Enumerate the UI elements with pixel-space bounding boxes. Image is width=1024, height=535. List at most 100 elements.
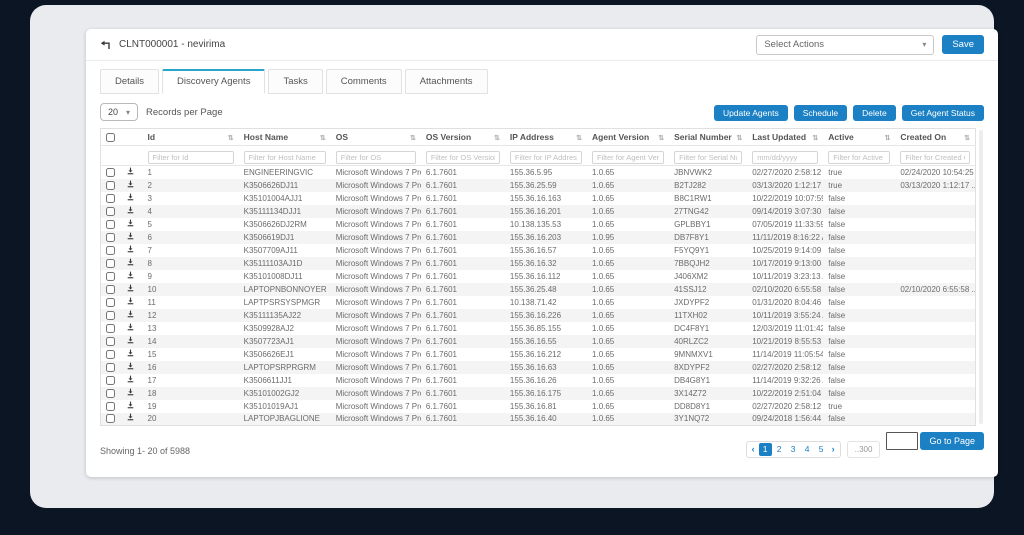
vertical-scrollbar[interactable]	[979, 130, 983, 424]
sort-icon[interactable]: ⇅	[410, 134, 416, 142]
download-agent-icon[interactable]	[126, 206, 135, 215]
select-actions-dropdown[interactable]: Select Actions ▾	[756, 34, 935, 55]
row-checkbox[interactable]	[106, 245, 115, 255]
download-agent-icon[interactable]	[126, 193, 135, 202]
sort-icon[interactable]: ⇅	[964, 134, 970, 142]
sort-icon[interactable]: ⇅	[228, 134, 234, 142]
column-header-os-version[interactable]: ⇅ OS Version	[420, 128, 505, 146]
row-checkbox[interactable]	[106, 271, 115, 281]
row-checkbox[interactable]	[106, 206, 115, 216]
page-4[interactable]: 4	[801, 443, 814, 456]
sort-icon[interactable]: ⇅	[576, 134, 582, 142]
get-agent-status-button[interactable]: Get Agent Status	[901, 105, 984, 121]
column-header-active[interactable]: ⇅ Active	[823, 128, 896, 146]
row-checkbox[interactable]	[106, 232, 115, 242]
sort-icon[interactable]: ⇅	[884, 134, 890, 142]
download-agent-icon[interactable]	[126, 413, 135, 422]
column-header-agent-version[interactable]: ⇅ Agent Version	[587, 128, 670, 146]
filter-input-os[interactable]	[335, 150, 416, 164]
sort-icon[interactable]: ⇅	[320, 134, 326, 142]
column-header-id[interactable]: ⇅ Id	[142, 128, 239, 146]
filter-input-created-on[interactable]	[900, 150, 970, 164]
download-agent-icon[interactable]	[126, 349, 135, 358]
chevron-down-icon: ▾	[922, 40, 927, 49]
goto-page-input[interactable]	[886, 432, 919, 450]
column-header-host-name[interactable]: ⇅ Host Name	[238, 128, 331, 146]
download-agent-icon[interactable]	[126, 362, 135, 371]
filter-input-os-version[interactable]	[425, 150, 500, 164]
sort-icon[interactable]: ⇅	[736, 134, 742, 142]
schedule-button[interactable]: Schedule	[793, 105, 848, 121]
row-checkbox[interactable]	[106, 336, 115, 346]
back-arrow-icon[interactable]	[100, 40, 110, 50]
update-agents-button[interactable]: Update Agents	[713, 105, 788, 121]
download-agent-icon[interactable]	[126, 375, 135, 384]
row-download-cell	[121, 322, 143, 335]
row-checkbox[interactable]	[106, 297, 115, 307]
download-agent-icon[interactable]	[126, 310, 135, 319]
download-agent-icon[interactable]	[126, 245, 135, 254]
filter-input-serial-number[interactable]	[674, 150, 743, 164]
download-agent-icon[interactable]	[126, 323, 135, 332]
download-agent-icon[interactable]	[126, 297, 135, 306]
page-3[interactable]: 3	[787, 443, 800, 456]
goto-page-button[interactable]: Go to Page	[920, 432, 984, 450]
filter-input-last-updated[interactable]	[752, 150, 819, 164]
row-checkbox[interactable]	[106, 362, 115, 372]
column-header-ip-address[interactable]: ⇅ IP Address	[504, 128, 588, 146]
download-agent-icon[interactable]	[126, 219, 135, 228]
row-checkbox[interactable]	[106, 323, 115, 333]
next-page-icon[interactable]: ›	[829, 443, 838, 456]
row-checkbox[interactable]	[106, 349, 115, 359]
download-agent-icon[interactable]	[126, 401, 135, 410]
row-checkbox[interactable]	[106, 193, 115, 203]
row-checkbox[interactable]	[106, 388, 115, 398]
row-checkbox[interactable]	[106, 375, 115, 385]
row-checkbox[interactable]	[106, 219, 115, 229]
sort-icon[interactable]: ⇅	[494, 134, 500, 142]
sort-icon[interactable]: ⇅	[812, 134, 818, 142]
tab-attachments[interactable]: Attachments	[404, 69, 488, 94]
cell-serial-number: J406XM2	[674, 271, 708, 281]
tab-comments[interactable]: Comments	[325, 69, 402, 94]
page-1[interactable]: 1	[758, 443, 772, 456]
filter-input-ip-address[interactable]	[509, 150, 583, 164]
filter-input-id[interactable]	[147, 150, 234, 164]
filter-input-active[interactable]	[828, 150, 891, 164]
filter-input-agent-version[interactable]	[592, 150, 665, 164]
download-agent-icon[interactable]	[126, 284, 135, 293]
delete-button[interactable]: Delete	[853, 105, 896, 121]
column-header-serial-number[interactable]: ⇅ Serial Number	[669, 128, 748, 146]
download-agent-icon[interactable]	[126, 336, 135, 345]
tab-details[interactable]: Details	[100, 69, 160, 94]
tab-tasks[interactable]: Tasks	[268, 69, 323, 94]
page-2[interactable]: 2	[773, 443, 786, 456]
download-agent-icon[interactable]	[126, 180, 135, 189]
column-header-last-updated[interactable]: ⇅ Last Updated	[747, 128, 824, 146]
download-agent-icon[interactable]	[126, 258, 135, 267]
records-per-page-select[interactable]: 20 ▾	[100, 103, 139, 121]
cell-serial-number: F5YQ9Y1	[674, 245, 710, 255]
column-header-os[interactable]: ⇅ OS	[330, 128, 421, 146]
select-all-checkbox[interactable]	[106, 133, 115, 143]
row-checkbox[interactable]	[106, 284, 115, 294]
download-agent-icon[interactable]	[126, 167, 135, 176]
last-page-link[interactable]: ..300	[846, 441, 881, 458]
row-checkbox[interactable]	[106, 167, 115, 177]
row-checkbox[interactable]	[106, 258, 115, 268]
prev-page-icon[interactable]: ‹	[749, 443, 758, 456]
row-checkbox[interactable]	[106, 414, 115, 424]
download-agent-icon[interactable]	[126, 271, 135, 280]
download-agent-icon[interactable]	[126, 388, 135, 397]
download-agent-icon[interactable]	[126, 232, 135, 241]
row-checkbox[interactable]	[106, 180, 115, 190]
row-checkbox[interactable]	[106, 401, 115, 411]
table-row: 20 LAPTOPJBAGLIONE Microsoft Windows 7 Pro…	[100, 412, 976, 426]
row-checkbox[interactable]	[106, 310, 115, 320]
page-5[interactable]: 5	[815, 443, 828, 456]
column-header-created-on[interactable]: ⇅ Created On	[895, 128, 976, 146]
filter-input-host-name[interactable]	[243, 150, 326, 164]
tab-discovery-agents[interactable]: Discovery Agents	[162, 69, 266, 94]
save-button[interactable]: Save	[942, 35, 984, 54]
sort-icon[interactable]: ⇅	[658, 134, 664, 142]
